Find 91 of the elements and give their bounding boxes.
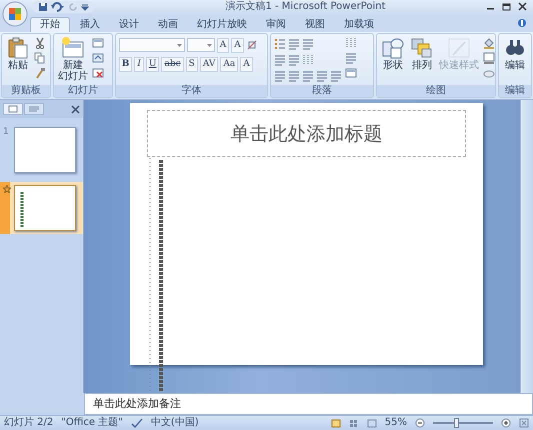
ribbon-tab[interactable]: 幻灯片放映: [188, 16, 256, 32]
slide-thumbnail[interactable]: [14, 127, 76, 174]
spellcheck-icon[interactable]: [130, 418, 143, 428]
format-painter-icon[interactable]: [34, 66, 46, 79]
font-name-field[interactable]: [118, 38, 185, 52]
zoom-level: 55%: [384, 417, 407, 430]
zoom-in-icon[interactable]: [501, 418, 511, 428]
normal-view-icon[interactable]: [330, 418, 341, 428]
customize-icon[interactable]: [81, 2, 89, 12]
group-label: 幻灯片: [54, 85, 112, 98]
slideshow-view-icon[interactable]: [366, 418, 377, 428]
cut-icon[interactable]: [34, 36, 46, 49]
clear-format-icon[interactable]: [246, 39, 258, 52]
increase-indent-icon[interactable]: [288, 54, 300, 66]
layout-icon[interactable]: [92, 36, 104, 49]
format-button[interactable]: abc: [161, 56, 184, 72]
fit-window-icon[interactable]: [519, 418, 529, 428]
slide-count: 幻灯片 2/2: [4, 417, 54, 430]
ribbon-tab[interactable]: 视图: [296, 16, 334, 32]
outline-tab[interactable]: [24, 103, 44, 116]
delete-slide-icon[interactable]: [92, 66, 104, 79]
decrease-indent-icon[interactable]: [274, 54, 286, 66]
bullets-icon[interactable]: [274, 38, 286, 50]
notes-field[interactable]: 单击此处添加备注: [84, 393, 533, 416]
slide-thumbnail[interactable]: [14, 185, 76, 232]
group-label: 字体: [116, 85, 268, 98]
text-direction-icon[interactable]: [345, 36, 358, 49]
slide-number: 1: [3, 127, 10, 138]
reset-icon[interactable]: [92, 52, 104, 64]
zoom-slider-thumb[interactable]: [454, 418, 459, 428]
justify-icon[interactable]: [316, 70, 328, 82]
align-left-icon[interactable]: [274, 70, 286, 82]
shrink-font-button[interactable]: A: [231, 38, 244, 53]
group-label: 段落: [271, 85, 373, 98]
font-size-field[interactable]: [186, 38, 215, 52]
format-button[interactable]: Aa: [220, 56, 238, 72]
format-button[interactable]: AV: [200, 56, 218, 72]
slide-thumbnail-row[interactable]: [0, 182, 83, 234]
shape-fill-icon[interactable]: [483, 36, 495, 49]
paste-button[interactable]: 粘贴: [5, 36, 31, 71]
columns-icon[interactable]: [302, 54, 314, 66]
language: 中文(中国): [150, 417, 199, 430]
align-right-icon[interactable]: [302, 70, 314, 82]
align-center-icon[interactable]: [288, 70, 300, 82]
align-text-icon[interactable]: [345, 52, 358, 64]
ribbon-tab[interactable]: 开始: [30, 16, 70, 32]
editing-button[interactable]: 编辑: [502, 36, 528, 71]
format-button[interactable]: I: [134, 56, 144, 72]
group-label: 剪贴板: [2, 85, 50, 98]
new-slide-button[interactable]: 新建 幻灯片: [56, 36, 89, 82]
shapes-button[interactable]: 形状: [380, 36, 406, 71]
format-button[interactable]: B: [118, 56, 132, 72]
distribute-icon[interactable]: [330, 70, 342, 82]
group-label: 绘图: [377, 85, 495, 98]
maximize-icon[interactable]: [502, 2, 511, 12]
slides-tab[interactable]: [3, 103, 23, 116]
undo-icon[interactable]: [51, 2, 65, 12]
ribbon-tab[interactable]: 加载项: [335, 16, 383, 32]
close-icon[interactable]: [518, 2, 527, 12]
numbering-icon[interactable]: [288, 38, 300, 50]
ribbon-tab[interactable]: 审阅: [257, 16, 295, 32]
grow-font-button[interactable]: A: [216, 38, 230, 53]
help-icon[interactable]: [517, 18, 527, 28]
vertical-scrollbar[interactable]: [520, 100, 533, 394]
ribbon-tab[interactable]: 设计: [110, 16, 148, 32]
sorter-view-icon[interactable]: [348, 418, 359, 428]
close-icon[interactable]: [71, 104, 80, 114]
copy-icon[interactable]: [34, 52, 46, 64]
caret-icon: [206, 44, 212, 47]
arrange-button[interactable]: 排列: [409, 36, 435, 71]
window-title: 演示文稿1 - Microsoft PowerPoint: [224, 0, 387, 13]
star-icon: [3, 185, 11, 194]
newslide-icon: [60, 36, 85, 60]
format-button[interactable]: S: [186, 56, 198, 72]
paste-icon: [6, 36, 30, 60]
format-button[interactable]: A: [240, 56, 253, 72]
format-button[interactable]: U: [146, 56, 160, 72]
ribbon-tab[interactable]: 插入: [71, 16, 109, 32]
caret-icon: [176, 44, 182, 47]
zoom-out-icon[interactable]: [415, 418, 425, 428]
group-label: 编辑: [499, 85, 531, 98]
smartart-icon[interactable]: [345, 66, 358, 79]
line-spacing-icon[interactable]: [302, 38, 314, 50]
shape-outline-icon[interactable]: [483, 52, 495, 64]
theme-name: "Office 主题": [61, 417, 123, 430]
shapes-icon: [381, 36, 405, 60]
styles-icon: [447, 36, 471, 60]
title-placeholder[interactable]: 单击此处添加标题: [147, 110, 466, 158]
ribbon-tab[interactable]: 动画: [149, 16, 187, 32]
save-icon[interactable]: [38, 2, 48, 12]
arrange-icon: [410, 36, 434, 60]
